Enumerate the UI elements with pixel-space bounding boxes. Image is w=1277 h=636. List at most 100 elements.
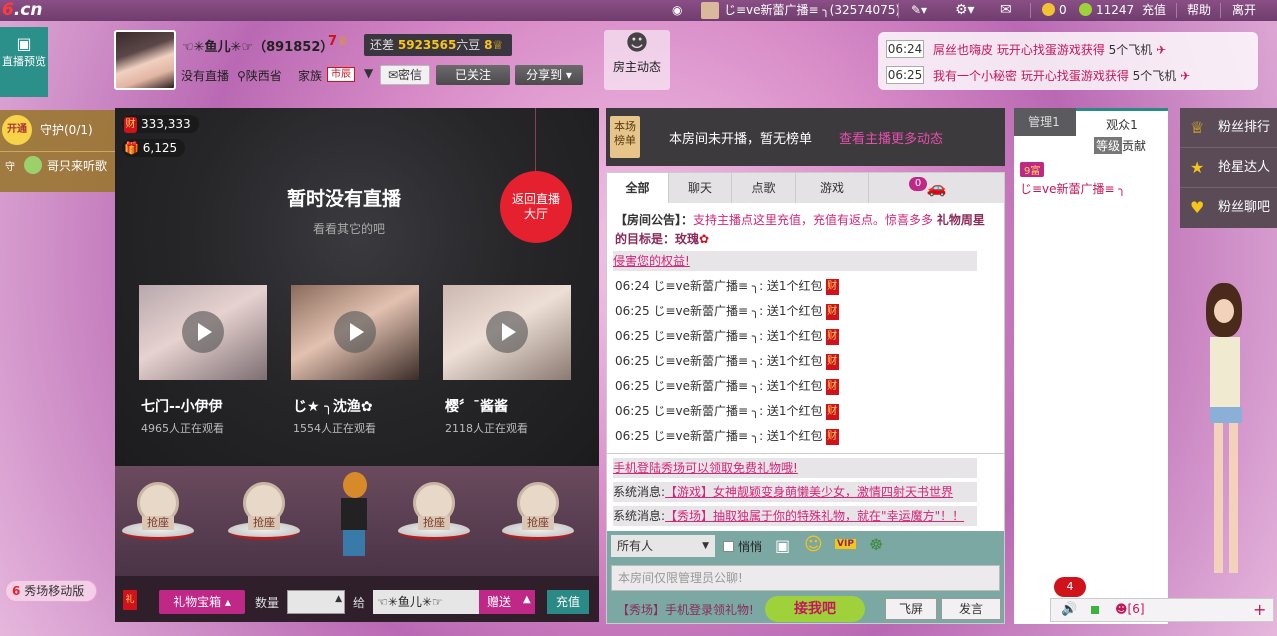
tab-all[interactable]: 全部 xyxy=(607,173,669,203)
back-to-hall-button[interactable]: 返回直播大厅 xyxy=(500,171,572,243)
plane-icon: ✈ xyxy=(1156,43,1167,57)
live-status: 没有直播 xyxy=(181,69,230,83)
recharge-button[interactable]: 充值 xyxy=(547,590,589,614)
recharge-link[interactable]: 充值 xyxy=(1142,0,1166,21)
user-avatar-small[interactable] xyxy=(701,2,719,19)
look-other-subtitle: 看看其它的吧 xyxy=(313,222,386,236)
rights-link[interactable]: 侵害您的权益! xyxy=(613,254,690,268)
viewer-name[interactable]: じ≡ve新蕾广播≡ ╮ xyxy=(1020,180,1126,197)
target-select[interactable]: 所有人 ▼ xyxy=(611,535,715,557)
image-icon[interactable]: ▣ xyxy=(775,536,790,555)
anchor-thumbnail[interactable] xyxy=(291,285,419,380)
emoji-icon[interactable]: ☺ xyxy=(804,534,823,555)
promo-text[interactable]: 【秀场】手机登录领礼物! xyxy=(617,601,754,618)
guard-open-button[interactable]: 开通 xyxy=(2,115,32,145)
grab-seat[interactable]: 抢座 xyxy=(398,482,470,552)
red-packet-icon[interactable]: 礼 xyxy=(123,590,137,610)
divider xyxy=(898,3,899,18)
ticker-message[interactable]: 我有一个小秘密 玩开心找蛋游戏获得 5个飞机 ✈ xyxy=(933,67,1190,84)
chevron-down-icon[interactable]: ▼ xyxy=(364,66,373,80)
tab-song[interactable]: 点歌 xyxy=(732,173,796,203)
anchor-card-name[interactable]: 樱〞¯酱酱 xyxy=(445,396,508,416)
anchor-card-name[interactable]: 七门--小伊伊 xyxy=(141,396,223,416)
column-contribution[interactable]: 贡献 xyxy=(1122,137,1146,154)
grab-seat[interactable]: 抢座 xyxy=(228,482,300,552)
grab-seat[interactable]: 抢座 xyxy=(122,482,194,552)
quantity-input[interactable]: ▲ xyxy=(287,590,345,614)
followed-button[interactable]: 已关注 xyxy=(436,65,510,85)
gift-box-button[interactable]: 礼物宝箱 ▴ xyxy=(159,590,245,614)
mobile-version-badge[interactable]: 6 秀场移动版 xyxy=(5,580,97,602)
tab-viewers[interactable]: 观众1 xyxy=(1076,108,1168,136)
to-label: 给 xyxy=(353,596,366,610)
chat-message: 06:25 じ≡ve新蕾广播≡ ╮: 送1个红包财 xyxy=(615,353,839,370)
play-icon xyxy=(182,311,224,353)
system-link[interactable]: 【游戏】女神靓颖变身萌懒美少女，激情四射天书世界 xyxy=(665,485,953,499)
site-logo[interactable]: 6.cn xyxy=(2,0,46,21)
share-button[interactable]: 分享到 ▾ xyxy=(515,65,583,85)
family-tag[interactable]: 市辰 xyxy=(327,67,355,82)
tab-car[interactable]: 🚗 xyxy=(869,173,1005,203)
tab-game[interactable]: 游戏 xyxy=(796,173,869,203)
promo-button[interactable]: 接我吧 xyxy=(765,596,865,622)
guard-label[interactable]: 守护(0/1) xyxy=(40,121,93,138)
tab-admin[interactable]: 管理1 xyxy=(1014,108,1074,136)
guard-member-name[interactable]: 哥只来听歌 xyxy=(47,157,107,174)
quantity-label: 数量 xyxy=(255,596,280,610)
wealth-icon: 财 xyxy=(124,116,137,133)
mail-icon[interactable]: ✉ xyxy=(1000,0,1012,21)
online-indicator xyxy=(1091,606,1099,614)
ticker-message[interactable]: 屌丝也嗨皮 玩开心找蛋游戏获得 5个飞机 ✈ xyxy=(933,41,1166,58)
anchor-name[interactable]: ☜✳鱼儿✳☞（891852） xyxy=(182,36,333,55)
host-news-link[interactable]: 查看主播更多动态 xyxy=(839,128,943,147)
chat-input[interactable]: 本房间仅限管理员公聊! xyxy=(611,565,1000,591)
notification-badge[interactable]: 4 xyxy=(1054,577,1086,597)
system-message: 系统消息:【游戏】女神靓颖变身萌懒美少女，激情四射天书世界 xyxy=(613,482,977,502)
column-level[interactable]: 等级 xyxy=(1094,137,1123,154)
gift-icon: 🎁 xyxy=(124,141,139,155)
host-news-button[interactable]: ☻ 房主动态 xyxy=(604,30,670,90)
anchor-thumbnail[interactable] xyxy=(443,285,571,380)
anchor-avatar[interactable] xyxy=(114,30,176,90)
audience-tabs: 管理1 观众1 xyxy=(1014,108,1168,136)
chat-message: 06:25 じ≡ve新蕾广播≡ ╮: 送1个红包财 xyxy=(615,378,839,395)
leave-link[interactable]: 离开 xyxy=(1232,0,1256,21)
game-icon[interactable]: ☸ xyxy=(869,535,883,554)
live-preview-button[interactable]: ▣ 直播预览 xyxy=(0,27,48,97)
fly-screen-button[interactable]: 飞屏 xyxy=(885,598,937,620)
star-talent-button[interactable]: ★ 抢星达人 xyxy=(1180,148,1277,188)
side-menu: ♕ 粉丝排行 ★ 抢星达人 ♥ 粉丝聊吧 xyxy=(1180,108,1277,228)
add-icon[interactable]: + xyxy=(1253,600,1266,619)
chevron-up-icon[interactable]: ▲ xyxy=(523,594,531,605)
grab-seat[interactable]: 抢座 xyxy=(502,482,574,552)
private-message-button[interactable]: ✉密信 xyxy=(380,65,430,85)
send-message-button[interactable]: 发言 xyxy=(941,598,1001,620)
anchor-thumbnail[interactable] xyxy=(139,285,267,380)
bean-icon xyxy=(1079,3,1092,16)
speaker-icon[interactable]: 🔊 xyxy=(1061,602,1077,617)
current-user-label[interactable]: じ≡ve新蕾广播≡ ╮(32574075) xyxy=(724,0,900,21)
chat-message: 06:25 じ≡ve新蕾广播≡ ╮: 送1个红包财 xyxy=(615,428,839,445)
online-count[interactable]: ☻[6] xyxy=(1115,602,1145,616)
system-link[interactable]: 【秀场】抽取独属于你的特殊礼物，就在"幸运魔方"！！ xyxy=(665,509,964,523)
vip-icon[interactable]: VIP xyxy=(835,539,856,549)
whisper-checkbox[interactable] xyxy=(723,541,734,552)
tab-chat[interactable]: 聊天 xyxy=(669,173,732,203)
gear-icon[interactable]: ⚙▾ xyxy=(955,0,975,21)
play-icon xyxy=(486,311,528,353)
room-notice: 【房间公告】：支持主播点这里充值，充值有返点。惊喜多多 礼物周星的目标是：玫瑰✿ xyxy=(615,213,985,246)
help-link[interactable]: 帮助 xyxy=(1187,0,1211,21)
anchor-card-name[interactable]: じ★ ╮沈渔✿ xyxy=(293,396,373,416)
heart-icon: ♥ xyxy=(1190,198,1205,217)
family-label: 家族 xyxy=(298,69,323,83)
fan-chat-button[interactable]: ♥ 粉丝聊吧 xyxy=(1180,188,1277,228)
notice-link[interactable]: 支持主播点这里充值，充值有返点。惊喜多多 xyxy=(693,213,933,227)
recipient-select[interactable]: ☜✳鱼儿✳☞ xyxy=(373,590,479,614)
system-link[interactable]: 手机登陆秀场可以领取免费礼物哦! xyxy=(613,461,798,475)
viewer-count: 2118人正在观看 xyxy=(445,422,528,435)
hanger-line xyxy=(535,108,536,171)
cartoon-avatar xyxy=(335,472,373,558)
fan-ranking-button[interactable]: ♕ 粉丝排行 xyxy=(1180,108,1277,148)
red-packet-icon: 财 xyxy=(825,303,839,320)
edit-icon[interactable]: ✎▾ xyxy=(911,0,927,21)
